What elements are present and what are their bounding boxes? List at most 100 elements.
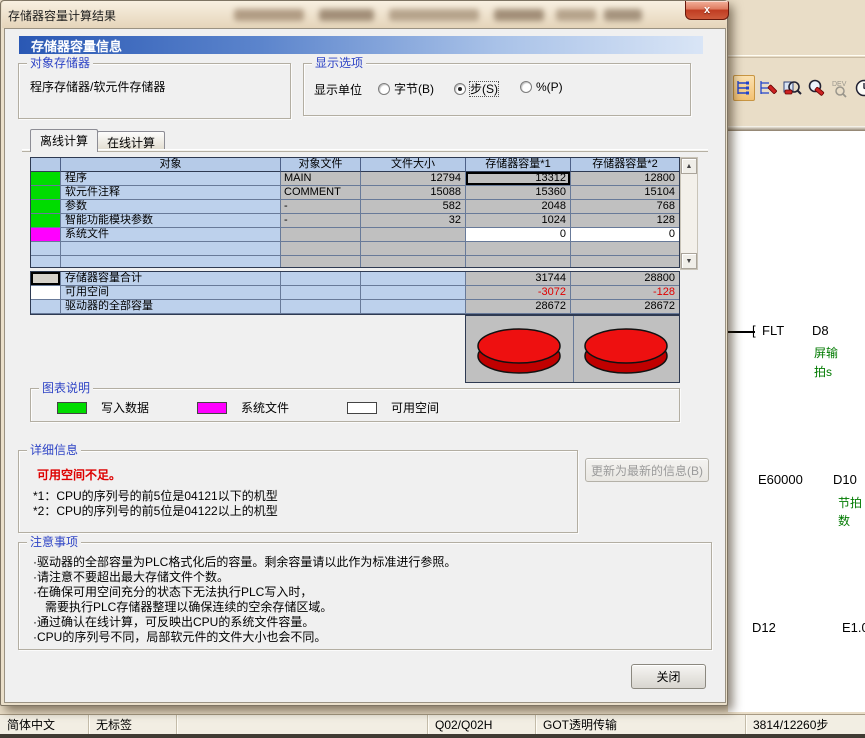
- table-row[interactable]: [31, 242, 679, 256]
- col-header-object[interactable]: 对象: [61, 158, 281, 172]
- ladder-operand-d10[interactable]: D10: [833, 472, 857, 487]
- swatch-cell-selected[interactable]: [31, 272, 61, 286]
- table-header-row: 对象 对象文件 文件大小 存储器容量*1 存储器容量*2: [31, 158, 679, 172]
- caution-line: ·CPU的序列号不同，局部软元件的文件大小也会不同。: [33, 630, 326, 645]
- summary-row[interactable]: 驱动器的全部容量 28672 28672: [31, 300, 679, 314]
- swatch-cell: [31, 214, 61, 228]
- ladder-rung-line: [728, 331, 755, 333]
- redacted-title-text: [234, 5, 642, 25]
- col-header-cap1[interactable]: 存储器容量*1: [466, 158, 571, 172]
- caution-line: ·通过确认在线计算，可反映出CPU的系统文件容量。: [33, 615, 314, 630]
- memory-capacity-dialog: 存储器容量计算结果 x 存储器容量信息 对象存储器 程序存储器/软元件存储器 显…: [0, 0, 728, 706]
- status-empty: [176, 715, 427, 734]
- swatch-cell: [31, 228, 61, 242]
- insufficient-space-warning: 可用空间不足。: [37, 466, 121, 483]
- ladder-instruction-bracket: [: [752, 323, 756, 338]
- target-memory-group: 对象存储器 程序存储器/软元件存储器: [18, 63, 291, 119]
- close-icon[interactable]: x: [685, 1, 729, 20]
- summary-table: 存储器容量合计 31744 28800 可用空间 -3072 -128 驱动器的…: [30, 271, 680, 315]
- dialog-titlebar[interactable]: 存储器容量计算结果 x: [2, 1, 727, 28]
- cpu-serial-note-1: *1：CPU的序列号的前5位是04121以下的机型: [33, 489, 278, 504]
- status-connection: GOT透明传输: [535, 715, 745, 734]
- screen: DEV [ FLT D8 屏输 拍s E60000 D10 节拍 数 D12 E…: [0, 0, 865, 738]
- clock-icon[interactable]: [853, 75, 865, 101]
- dialog-title: 存储器容量计算结果: [8, 7, 116, 24]
- display-unit-label: 显示单位: [314, 81, 362, 98]
- ladder-instruction-flt[interactable]: FLT: [762, 323, 784, 338]
- table-row[interactable]: 智能功能模块参数 - 32 1024 128: [31, 214, 679, 228]
- display-options-group-label: 显示选项: [312, 56, 366, 70]
- col-header-cap2[interactable]: 存储器容量*2: [571, 158, 679, 172]
- status-label: 无标签: [88, 715, 176, 734]
- device-comment: 节拍: [838, 494, 862, 511]
- device-edit-search-icon[interactable]: [805, 75, 827, 101]
- table-filler-row: [31, 256, 679, 267]
- col-header-size[interactable]: 文件大小: [361, 158, 466, 172]
- legend-item-written: 写入数据: [57, 399, 149, 416]
- summary-row[interactable]: 可用空间 -3072 -128: [31, 286, 679, 300]
- caution-line: 需要执行PLC存储器整理以确保连续的空余存储区域。: [33, 600, 332, 615]
- cpu-serial-note-2: *2：CPU的序列号的前5位是04122以上的机型: [33, 504, 278, 519]
- target-memory-value: 程序存储器/软元件存储器: [30, 78, 165, 95]
- memory-usage-pie-1: [466, 316, 573, 382]
- target-memory-group-label: 对象存储器: [27, 56, 93, 70]
- tab-baseline: [22, 149, 708, 152]
- radio-circle-icon: [378, 83, 390, 95]
- close-button[interactable]: 关闭: [631, 664, 706, 689]
- tab-online-calc[interactable]: 在线计算: [97, 131, 165, 150]
- legend-green-swatch: [57, 402, 87, 414]
- ladder-operand-e10[interactable]: E1.0: [842, 620, 865, 635]
- legend-group-label: 图表说明: [39, 381, 93, 395]
- swatch-cell: [31, 172, 61, 186]
- device-batch-monitor-icon: DEV: [829, 75, 851, 101]
- legend-group: 图表说明 写入数据 系统文件 可用空间: [30, 388, 680, 422]
- device-comment: 拍s: [814, 363, 832, 380]
- legend-item-system: 系统文件: [197, 399, 289, 416]
- summary-row[interactable]: 存储器容量合计 31744 28800: [31, 272, 679, 286]
- device-search-icon[interactable]: [781, 75, 803, 101]
- cautions-group-label: 注意事项: [27, 535, 81, 549]
- status-bar: 简体中文 无标签 Q02/Q02H GOT透明传输 3814/12260步: [0, 714, 865, 734]
- cautions-group: 注意事项 ·驱动器的全部容量为PLC格式化后的容量。剩余容量请以此作为标准进行参…: [18, 542, 712, 650]
- ladder-operand-e60000[interactable]: E60000: [758, 472, 803, 487]
- status-language: 简体中文: [0, 715, 88, 734]
- main-window-edge: [728, 55, 865, 58]
- col-header-swatch: [31, 158, 61, 172]
- swatch-cell: [31, 242, 61, 256]
- col-header-file[interactable]: 对象文件: [281, 158, 361, 172]
- legend-white-swatch: [347, 402, 377, 414]
- device-comment: 数: [838, 512, 850, 529]
- legend-item-free: 可用空间: [347, 399, 439, 416]
- details-group-label: 详细信息: [27, 443, 81, 457]
- caution-line: ·请注意不要超出最大存储文件个数。: [33, 570, 229, 585]
- device-comment: 屏输: [814, 344, 838, 361]
- ladder-operand-d12[interactable]: D12: [752, 620, 776, 635]
- ladder-monitor-icon[interactable]: [733, 75, 755, 101]
- usage-charts: [465, 315, 680, 383]
- refresh-info-button: 更新为最新的信息(B): [585, 458, 709, 482]
- details-group: 详细信息 可用空间不足。 *1：CPU的序列号的前5位是04121以下的机型 *…: [18, 450, 578, 533]
- selected-cell[interactable]: 13312: [466, 172, 571, 186]
- caution-line: ·在确保可用空间充分的状态下无法执行PLC写入时，: [33, 585, 312, 600]
- table-row[interactable]: 软元件注释 COMMENT 15088 15360 15104: [31, 186, 679, 200]
- scroll-up-icon[interactable]: ▲: [681, 158, 697, 174]
- tab-offline-calc[interactable]: 离线计算: [30, 129, 98, 152]
- display-options-group: 显示选项 显示单位 字节(B) 步(S) %(P): [303, 63, 691, 116]
- table-scrollbar[interactable]: ▲ ▼: [680, 157, 698, 270]
- section-header: 存储器容量信息: [19, 36, 703, 54]
- radio-percent[interactable]: %(P): [520, 80, 563, 94]
- swatch-cell: [31, 300, 61, 314]
- status-cpu-type: Q02/Q02H: [427, 715, 535, 734]
- ladder-edit-icon[interactable]: [757, 75, 779, 101]
- table-row[interactable]: 程序 MAIN 12794 13312 12800: [31, 172, 679, 186]
- table-row[interactable]: 参数 - 582 2048 768: [31, 200, 679, 214]
- legend-magenta-swatch: [197, 402, 227, 414]
- radio-bytes[interactable]: 字节(B): [378, 80, 434, 97]
- ladder-operand-d8[interactable]: D8: [812, 323, 829, 338]
- status-steps: 3814/12260步: [745, 715, 865, 734]
- radio-steps[interactable]: 步(S): [454, 80, 498, 97]
- caution-line: ·驱动器的全部容量为PLC格式化后的容量。剩余容量请以此作为标准进行参照。: [33, 555, 456, 570]
- scroll-down-icon[interactable]: ▼: [681, 253, 697, 269]
- radio-circle-icon: [454, 83, 466, 95]
- table-row[interactable]: 系统文件 0 0: [31, 228, 679, 242]
